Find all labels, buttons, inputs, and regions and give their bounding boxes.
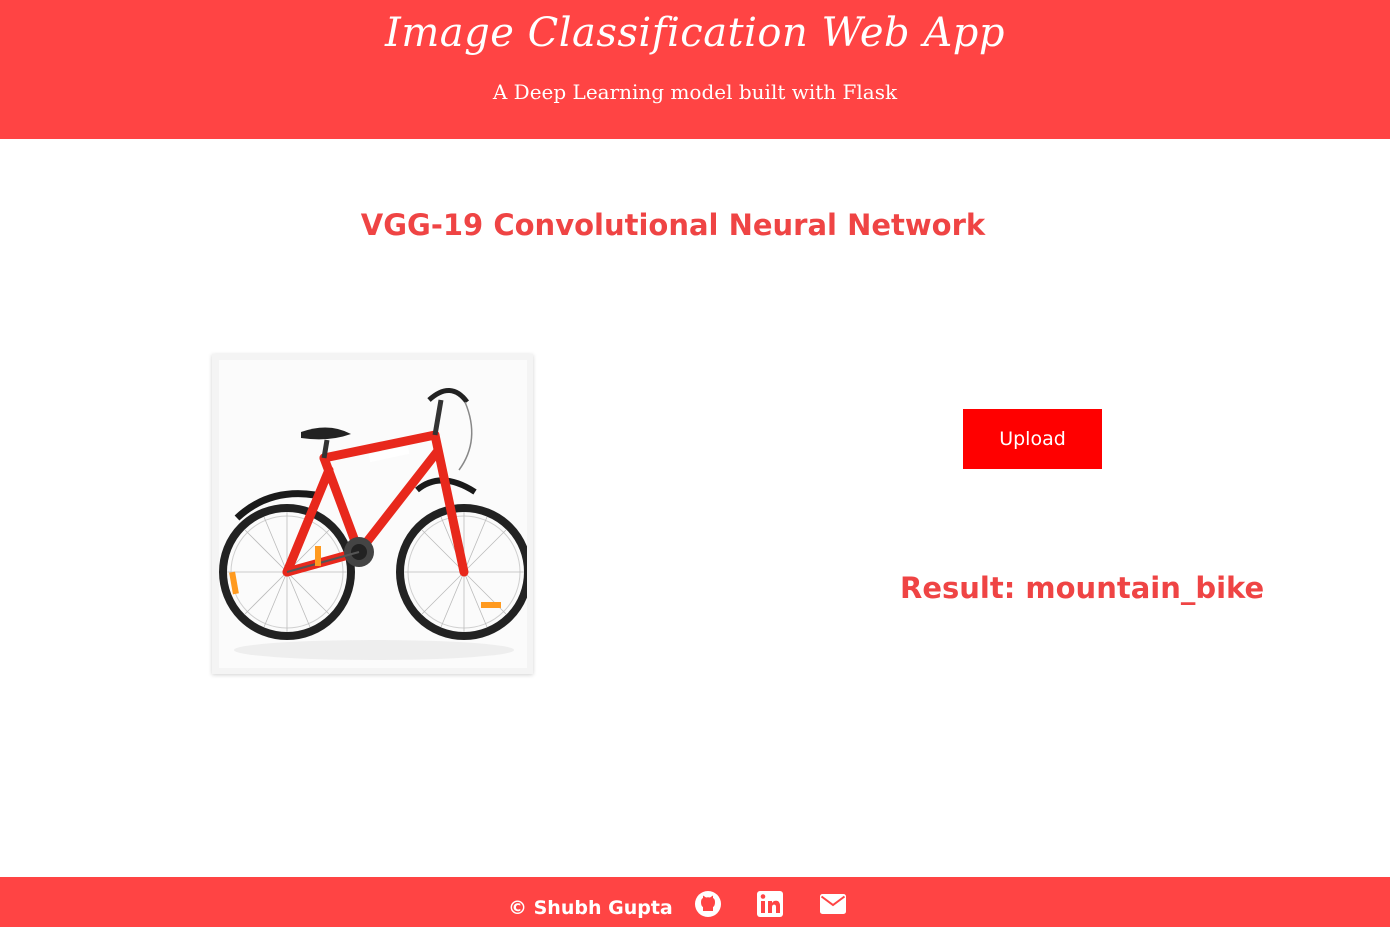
model-title: VGG-19 Convolutional Neural Network <box>360 208 986 242</box>
email-icon[interactable] <box>819 890 847 918</box>
upload-button[interactable]: Upload <box>963 409 1102 469</box>
copyright-text: © Shubh Gupta <box>508 897 673 919</box>
uploaded-image-preview <box>219 360 527 668</box>
linkedin-icon[interactable] <box>756 890 784 918</box>
github-icon[interactable] <box>694 890 722 918</box>
page-header: Image Classification Web App A Deep Lear… <box>0 0 1390 139</box>
app-title: Image Classification Web App <box>385 10 1005 56</box>
bicycle-image <box>219 360 527 668</box>
image-preview-card <box>212 354 533 674</box>
page-footer: © Shubh Gupta <box>0 877 1390 927</box>
prediction-result: Result: mountain_bike <box>900 571 1265 605</box>
app-subtitle: A Deep Learning model built with Flask <box>492 80 898 104</box>
